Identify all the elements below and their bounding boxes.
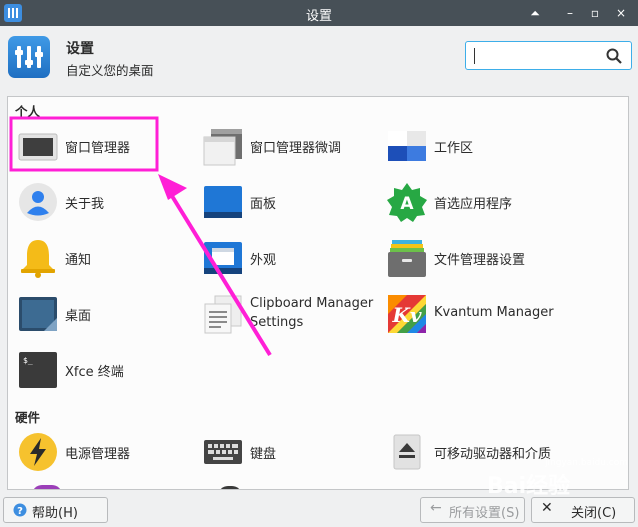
item-label: 文件管理器设置 — [434, 253, 526, 268]
item-label: 工作区 — [434, 141, 474, 156]
item-label: 通知 — [65, 253, 92, 268]
item-workspaces[interactable]: 工作区 — [383, 121, 563, 171]
preferred-apps-icon: A — [387, 183, 427, 222]
item-notifications[interactable]: 通知 — [14, 233, 194, 283]
item-desktop[interactable]: 桌面 — [14, 289, 194, 339]
item-label: Kvantum Manager — [434, 305, 554, 320]
item-power-manager[interactable]: 电源管理器 — [14, 427, 194, 477]
item-label: 外观 — [250, 253, 277, 268]
item-kvantum-manager[interactable]: Kv Kvantum Manager — [383, 289, 563, 339]
item-keyboard[interactable]: 键盘 — [199, 427, 379, 477]
item-label: 窗口管理器 — [65, 141, 131, 156]
item-xfce-terminal[interactable]: $_ Xfce 终端 — [14, 345, 194, 395]
window-tweaks-icon — [203, 129, 242, 166]
item-appearance[interactable]: 外观 — [199, 233, 379, 283]
item-label: 首选应用程序 — [434, 197, 513, 212]
settings-list[interactable]: 个人 窗口管理器 窗口管理器微调 工作区 关于我 面板 A 首选应用程序 通知 … — [7, 96, 629, 490]
watermark-url: jingyan.baidu.com — [545, 458, 629, 468]
help-button[interactable]: ? 帮助(H) — [3, 497, 108, 523]
window-manager-icon — [18, 133, 58, 161]
svg-text:$_: $_ — [23, 356, 33, 365]
keyboard-icon — [204, 440, 242, 464]
item-label: 面板 — [250, 197, 277, 212]
file-manager-icon — [388, 240, 426, 277]
item-label: 桌面 — [65, 309, 92, 324]
watermark-logo: Bai经验 — [487, 474, 571, 499]
svg-text:A: A — [400, 194, 414, 214]
search-box[interactable] — [465, 41, 632, 70]
maximize-button[interactable]: ▫ — [586, 4, 604, 22]
appearance-icon — [204, 242, 242, 274]
item-label: Clipboard Manager Settings — [250, 296, 374, 330]
power-icon — [19, 433, 57, 471]
all-settings-label: 所有设置(S) — [449, 506, 520, 521]
svg-text:?: ? — [17, 506, 23, 517]
kvantum-icon: Kv — [388, 295, 426, 333]
close-label: 关闭(C) — [571, 506, 617, 521]
section-personal-title: 个人 — [15, 104, 41, 119]
close-icon: ✕ — [541, 500, 553, 516]
item-label: Xfce 终端 — [65, 365, 124, 380]
item-label: 可移动驱动器和介质 — [434, 447, 552, 462]
search-icon[interactable] — [605, 47, 623, 65]
minimize-button[interactable]: – — [561, 4, 579, 22]
partial-item-icon — [218, 486, 242, 489]
item-window-manager[interactable]: 窗口管理器 — [14, 121, 194, 171]
eject-icon — [393, 434, 421, 470]
settings-sliders-icon — [8, 36, 50, 78]
item-panel[interactable]: 面板 — [199, 177, 379, 227]
item-clipboard-manager[interactable]: Clipboard Manager Settings — [199, 289, 379, 339]
about-me-icon — [19, 183, 57, 221]
bell-icon — [21, 240, 55, 278]
search-input[interactable] — [472, 47, 602, 65]
close-button[interactable]: ✕ 关闭(C) — [531, 497, 635, 523]
terminal-icon: $_ — [19, 352, 57, 388]
item-label: 窗口管理器微调 — [250, 141, 342, 156]
shade-button[interactable]: ⏶ — [526, 4, 544, 22]
svg-text:Kv: Kv — [391, 303, 421, 327]
item-label: 关于我 — [65, 197, 105, 212]
clipboard-icon — [204, 295, 242, 334]
item-label: 电源管理器 — [65, 447, 131, 462]
title-bar: 设置 ⏶ – ▫ × — [0, 0, 638, 26]
arrow-left-icon: ← — [430, 500, 442, 516]
section-hardware-title: 硬件 — [15, 410, 41, 425]
item-file-manager-settings[interactable]: 文件管理器设置 — [383, 233, 563, 283]
all-settings-button[interactable]: ← 所有设置(S) — [420, 497, 525, 523]
close-window-button[interactable]: × — [612, 4, 630, 22]
item-label: 键盘 — [250, 447, 277, 462]
item-window-tweaks[interactable]: 窗口管理器微调 — [199, 121, 379, 171]
panel-icon — [204, 186, 242, 218]
help-label: 帮助(H) — [32, 506, 78, 521]
page-subtitle: 自定义您的桌面 — [66, 63, 154, 78]
partial-item-icon — [32, 485, 62, 489]
item-preferred-apps[interactable]: A 首选应用程序 — [383, 177, 563, 227]
item-about-me[interactable]: 关于我 — [14, 177, 194, 227]
page-title: 设置 — [66, 41, 94, 57]
workspaces-icon — [388, 131, 426, 161]
desktop-icon — [19, 297, 57, 331]
help-icon: ? — [13, 503, 27, 517]
settings-header: 设置 自定义您的桌面 — [0, 26, 638, 90]
